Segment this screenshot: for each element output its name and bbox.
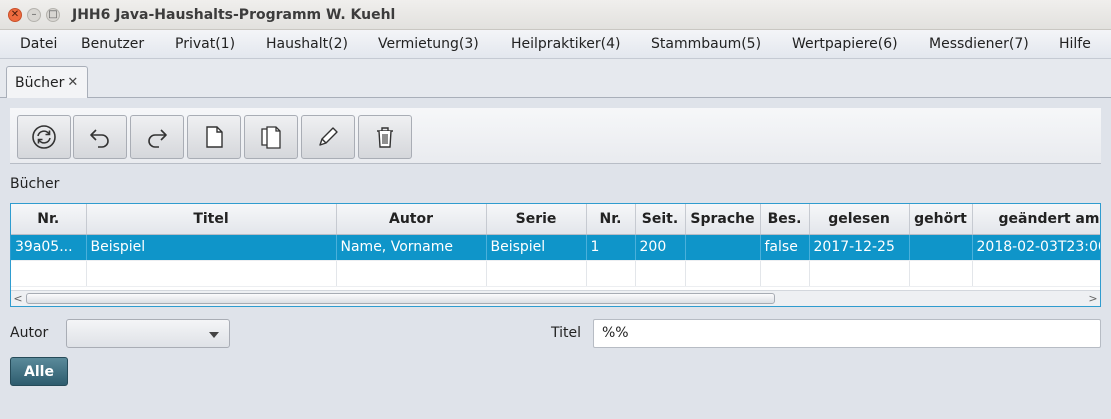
table-cell: Name, Vorname: [336, 234, 487, 261]
copy-icon: [261, 126, 281, 149]
redo-button[interactable]: [130, 115, 184, 159]
tab-label: Bücher: [15, 74, 65, 91]
column-header[interactable]: Titel: [86, 204, 337, 235]
table-cell: Beispiel: [86, 234, 337, 261]
alle-button[interactable]: Alle: [10, 357, 68, 386]
menu-stammbaum[interactable]: Stammbaum(5): [651, 36, 761, 52]
close-window-button[interactable]: ✕: [8, 7, 22, 22]
close-icon: ✕: [10, 8, 20, 20]
menu-vermietung[interactable]: Vermietung(3): [378, 36, 479, 52]
copy-button[interactable]: [244, 115, 298, 159]
scrollbar-thumb[interactable]: [26, 293, 775, 304]
undo-button[interactable]: [73, 115, 127, 159]
undo-icon: [90, 129, 109, 148]
menubar: Datei Benutzer Privat(1) Haushalt(2) Ver…: [0, 30, 1111, 59]
table-cell: 1: [586, 234, 636, 261]
titel-label: Titel: [551, 325, 582, 341]
tab-strip: Bücher ✕: [0, 59, 1111, 98]
column-header[interactable]: Sprache: [685, 204, 761, 235]
chevron-down-icon: [209, 332, 219, 338]
table-cell: 2017-12-25: [809, 234, 910, 261]
tab-buecher[interactable]: Bücher ✕: [6, 66, 88, 98]
refresh-button[interactable]: [17, 115, 71, 159]
column-header[interactable]: gelesen: [809, 204, 910, 235]
delete-button[interactable]: [358, 115, 412, 159]
table-row-empty: [11, 260, 1100, 287]
menu-wertpapiere[interactable]: Wertpapiere(6): [792, 36, 898, 52]
menu-benutzer[interactable]: Benutzer: [81, 36, 144, 52]
maximize-icon: □: [48, 8, 58, 20]
autor-combobox[interactable]: [66, 319, 230, 348]
menu-messdiener[interactable]: Messdiener(7): [929, 36, 1029, 52]
scroll-right-icon[interactable]: >: [1086, 291, 1100, 306]
edit-button[interactable]: [301, 115, 355, 159]
toolbar: [10, 108, 1101, 164]
column-header[interactable]: Seit.: [635, 204, 686, 235]
menu-datei[interactable]: Datei: [20, 36, 57, 52]
table-row[interactable]: 39a05... Beispiel Name, Vorname Beispiel…: [11, 234, 1100, 261]
table-cell: false: [760, 234, 810, 261]
menu-hilfe[interactable]: Hilfe: [1059, 36, 1091, 52]
table-cell: [685, 234, 761, 261]
horizontal-scrollbar[interactable]: < >: [11, 290, 1100, 306]
window-title: JHH6 Java-Haushalts-Programm W. Kuehl: [72, 6, 396, 23]
column-header[interactable]: gehört: [909, 204, 973, 235]
delete-icon: [377, 127, 393, 148]
column-header[interactable]: Autor: [336, 204, 487, 235]
edit-icon: [319, 127, 338, 146]
menu-privat[interactable]: Privat(1): [175, 36, 235, 52]
tab-close-icon[interactable]: ✕: [67, 75, 78, 90]
table-cell: [909, 234, 973, 261]
column-header[interactable]: geändert am: [972, 204, 1100, 235]
table-header-row: Nr. Titel Autor Serie Nr. Seit. Sprache …: [11, 204, 1100, 235]
new-button[interactable]: [187, 115, 241, 159]
column-header[interactable]: Nr.: [586, 204, 636, 235]
titel-input[interactable]: %%: [593, 319, 1101, 348]
table-cell: 2018-02-03T23:00: [972, 234, 1100, 261]
column-header[interactable]: Bes.: [760, 204, 810, 235]
refresh-icon: [32, 125, 56, 149]
scroll-left-icon[interactable]: <: [11, 291, 25, 306]
table-cell: 39a05...: [11, 234, 87, 261]
table-cell: Beispiel: [486, 234, 587, 261]
books-table[interactable]: Nr. Titel Autor Serie Nr. Seit. Sprache …: [10, 203, 1101, 307]
column-header[interactable]: Nr.: [11, 204, 87, 235]
window-titlebar: ✕ – □ JHH6 Java-Haushalts-Programm W. Ku…: [0, 0, 1111, 30]
minimize-window-button[interactable]: –: [27, 7, 41, 22]
table-cell: 200: [635, 234, 686, 261]
minimize-icon: –: [31, 8, 37, 20]
maximize-window-button[interactable]: □: [46, 7, 60, 22]
column-header[interactable]: Serie: [486, 204, 587, 235]
menu-haushalt[interactable]: Haushalt(2): [266, 36, 348, 52]
new-document-icon: [206, 126, 223, 148]
menu-heilpraktiker[interactable]: Heilpraktiker(4): [511, 36, 620, 52]
redo-icon: [148, 129, 167, 148]
autor-label: Autor: [10, 325, 49, 341]
section-label: Bücher: [10, 176, 60, 192]
